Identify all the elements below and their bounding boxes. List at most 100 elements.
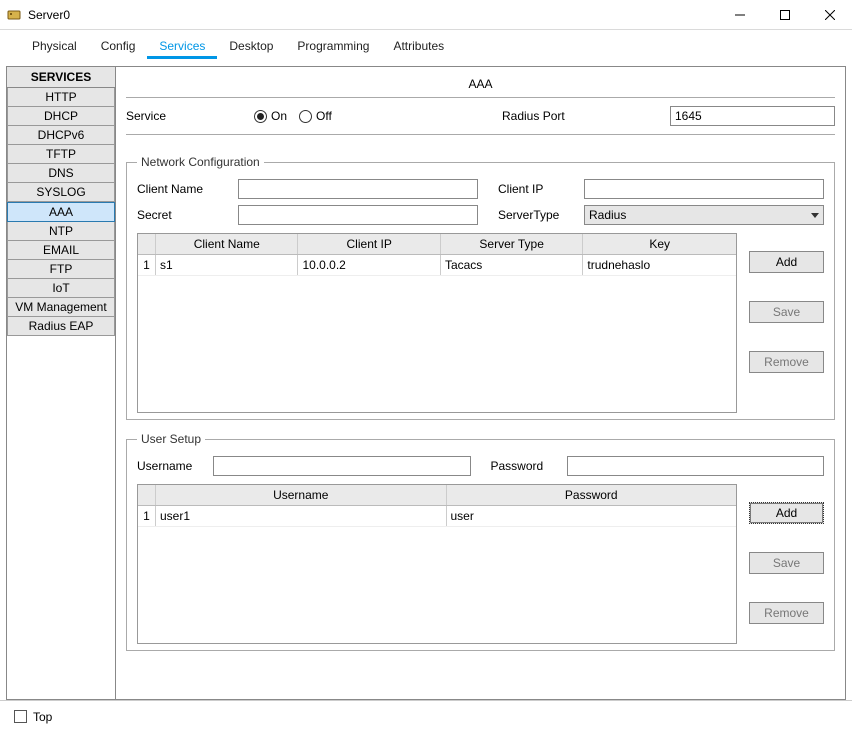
top-checkbox[interactable] (14, 710, 27, 723)
secret-label: Secret (137, 208, 232, 222)
secret-input[interactable] (238, 205, 478, 225)
netcfg-row-2: Secret ServerType Radius (137, 205, 824, 225)
servertype-value: Radius (589, 208, 626, 222)
tab-programming[interactable]: Programming (285, 33, 381, 59)
sidebar-filler (7, 336, 115, 699)
sidebar-item-radius-eap[interactable]: Radius EAP (7, 317, 115, 336)
minimize-button[interactable] (717, 0, 762, 29)
service-label: Service (126, 109, 246, 123)
netcfg-col-rownum (138, 234, 156, 254)
radio-off-icon (299, 110, 312, 123)
sidebar-item-http[interactable]: HTTP (7, 88, 115, 107)
netcfg-grid-wrap: Client Name Client IP Server Type Key 1 … (137, 233, 824, 413)
radio-on-label: On (271, 109, 287, 123)
user-setup-group: User Setup Username Password Username Pa… (126, 432, 835, 651)
sidebar-item-dhcpv6[interactable]: DHCPv6 (7, 126, 115, 145)
window-title: Server0 (28, 8, 70, 22)
tab-attributes[interactable]: Attributes (381, 33, 456, 59)
sidebar-header: SERVICES (7, 67, 115, 88)
sidebar-item-email[interactable]: EMAIL (7, 241, 115, 260)
page-title: AAA (126, 75, 835, 97)
sidebar-item-ftp[interactable]: FTP (7, 260, 115, 279)
usersetup-cell-password: user (447, 506, 737, 526)
sidebar-item-syslog[interactable]: SYSLOG (7, 183, 115, 202)
footer: Top (0, 700, 852, 732)
netcfg-col-key: Key (583, 234, 736, 254)
network-configuration-legend: Network Configuration (137, 155, 264, 169)
netcfg-table[interactable]: Client Name Client IP Server Type Key 1 … (137, 233, 737, 413)
service-radio-group: On Off (254, 109, 434, 123)
sidebar-item-dhcp[interactable]: DHCP (7, 107, 115, 126)
netcfg-col-servertype: Server Type (441, 234, 583, 254)
table-row[interactable]: 1 s1 10.0.0.2 Tacacs trudnehaslo (138, 255, 736, 276)
sidebar: SERVICES HTTP DHCP DHCPv6 TFTP DNS SYSLO… (6, 66, 116, 700)
usersetup-col-password: Password (447, 485, 737, 505)
tab-config[interactable]: Config (89, 33, 148, 59)
servertype-label: ServerType (498, 208, 578, 222)
titlebar: Server0 (0, 0, 852, 30)
network-configuration-group: Network Configuration Client Name Client… (126, 155, 835, 420)
content: AAA Service On Off Radius Port Network C… (116, 66, 846, 700)
main-tabs: Physical Config Services Desktop Program… (0, 30, 852, 60)
usersetup-save-button[interactable]: Save (749, 552, 824, 574)
netcfg-table-body: 1 s1 10.0.0.2 Tacacs trudnehaslo (138, 255, 736, 412)
username-input[interactable] (213, 456, 471, 476)
netcfg-remove-button[interactable]: Remove (749, 351, 824, 373)
netcfg-row-1: Client Name Client IP (137, 179, 824, 199)
username-label: Username (137, 459, 207, 473)
netcfg-table-head: Client Name Client IP Server Type Key (138, 234, 736, 255)
netcfg-buttons: Add Save Remove (749, 233, 824, 413)
netcfg-row-num: 1 (138, 255, 156, 275)
app-icon (6, 7, 22, 23)
service-on-radio[interactable]: On (254, 109, 287, 123)
usersetup-row-1: Username Password (137, 456, 824, 476)
tab-services[interactable]: Services (147, 33, 217, 59)
sidebar-item-vm-management[interactable]: VM Management (7, 298, 115, 317)
netcfg-save-button[interactable]: Save (749, 301, 824, 323)
netcfg-add-button[interactable]: Add (749, 251, 824, 273)
usersetup-table-body: 1 user1 user (138, 506, 736, 643)
table-row[interactable]: 1 user1 user (138, 506, 736, 527)
sidebar-item-ntp[interactable]: NTP (7, 222, 115, 241)
sidebar-item-iot[interactable]: IoT (7, 279, 115, 298)
usersetup-add-button[interactable]: Add (749, 502, 824, 524)
netcfg-col-clientname: Client Name (156, 234, 298, 254)
netcfg-cell-clientip: 10.0.0.2 (298, 255, 440, 275)
password-label: Password (491, 459, 561, 473)
client-name-input[interactable] (238, 179, 478, 199)
netcfg-cell-servertype: Tacacs (441, 255, 583, 275)
radio-off-label: Off (316, 109, 332, 123)
client-ip-input[interactable] (584, 179, 824, 199)
client-name-label: Client Name (137, 182, 232, 196)
netcfg-cell-clientname: s1 (156, 255, 298, 275)
client-ip-label: Client IP (498, 182, 578, 196)
sidebar-item-dns[interactable]: DNS (7, 164, 115, 183)
divider2 (126, 134, 835, 135)
tab-physical[interactable]: Physical (20, 33, 89, 59)
sidebar-item-tftp[interactable]: TFTP (7, 145, 115, 164)
usersetup-col-rownum (138, 485, 156, 505)
top-checkbox-label: Top (33, 710, 52, 724)
password-input[interactable] (567, 456, 825, 476)
servertype-select[interactable]: Radius (584, 205, 824, 225)
maximize-button[interactable] (762, 0, 807, 29)
netcfg-cell-key: trudnehaslo (583, 255, 736, 275)
radius-port-label: Radius Port (502, 109, 662, 123)
usersetup-col-username: Username (156, 485, 447, 505)
service-row: Service On Off Radius Port (126, 106, 835, 126)
usersetup-remove-button[interactable]: Remove (749, 602, 824, 624)
tab-desktop[interactable]: Desktop (217, 33, 285, 59)
usersetup-table[interactable]: Username Password 1 user1 user (137, 484, 737, 644)
sidebar-item-aaa[interactable]: AAA (7, 202, 115, 222)
workarea: SERVICES HTTP DHCP DHCPv6 TFTP DNS SYSLO… (0, 60, 852, 700)
usersetup-row-num: 1 (138, 506, 156, 526)
netcfg-col-clientip: Client IP (298, 234, 440, 254)
radius-port-input[interactable] (670, 106, 835, 126)
radio-on-icon (254, 110, 267, 123)
chevron-down-icon (811, 213, 819, 218)
close-button[interactable] (807, 0, 852, 29)
usersetup-table-head: Username Password (138, 485, 736, 506)
service-off-radio[interactable]: Off (299, 109, 332, 123)
usersetup-cell-username: user1 (156, 506, 447, 526)
divider (126, 97, 835, 98)
